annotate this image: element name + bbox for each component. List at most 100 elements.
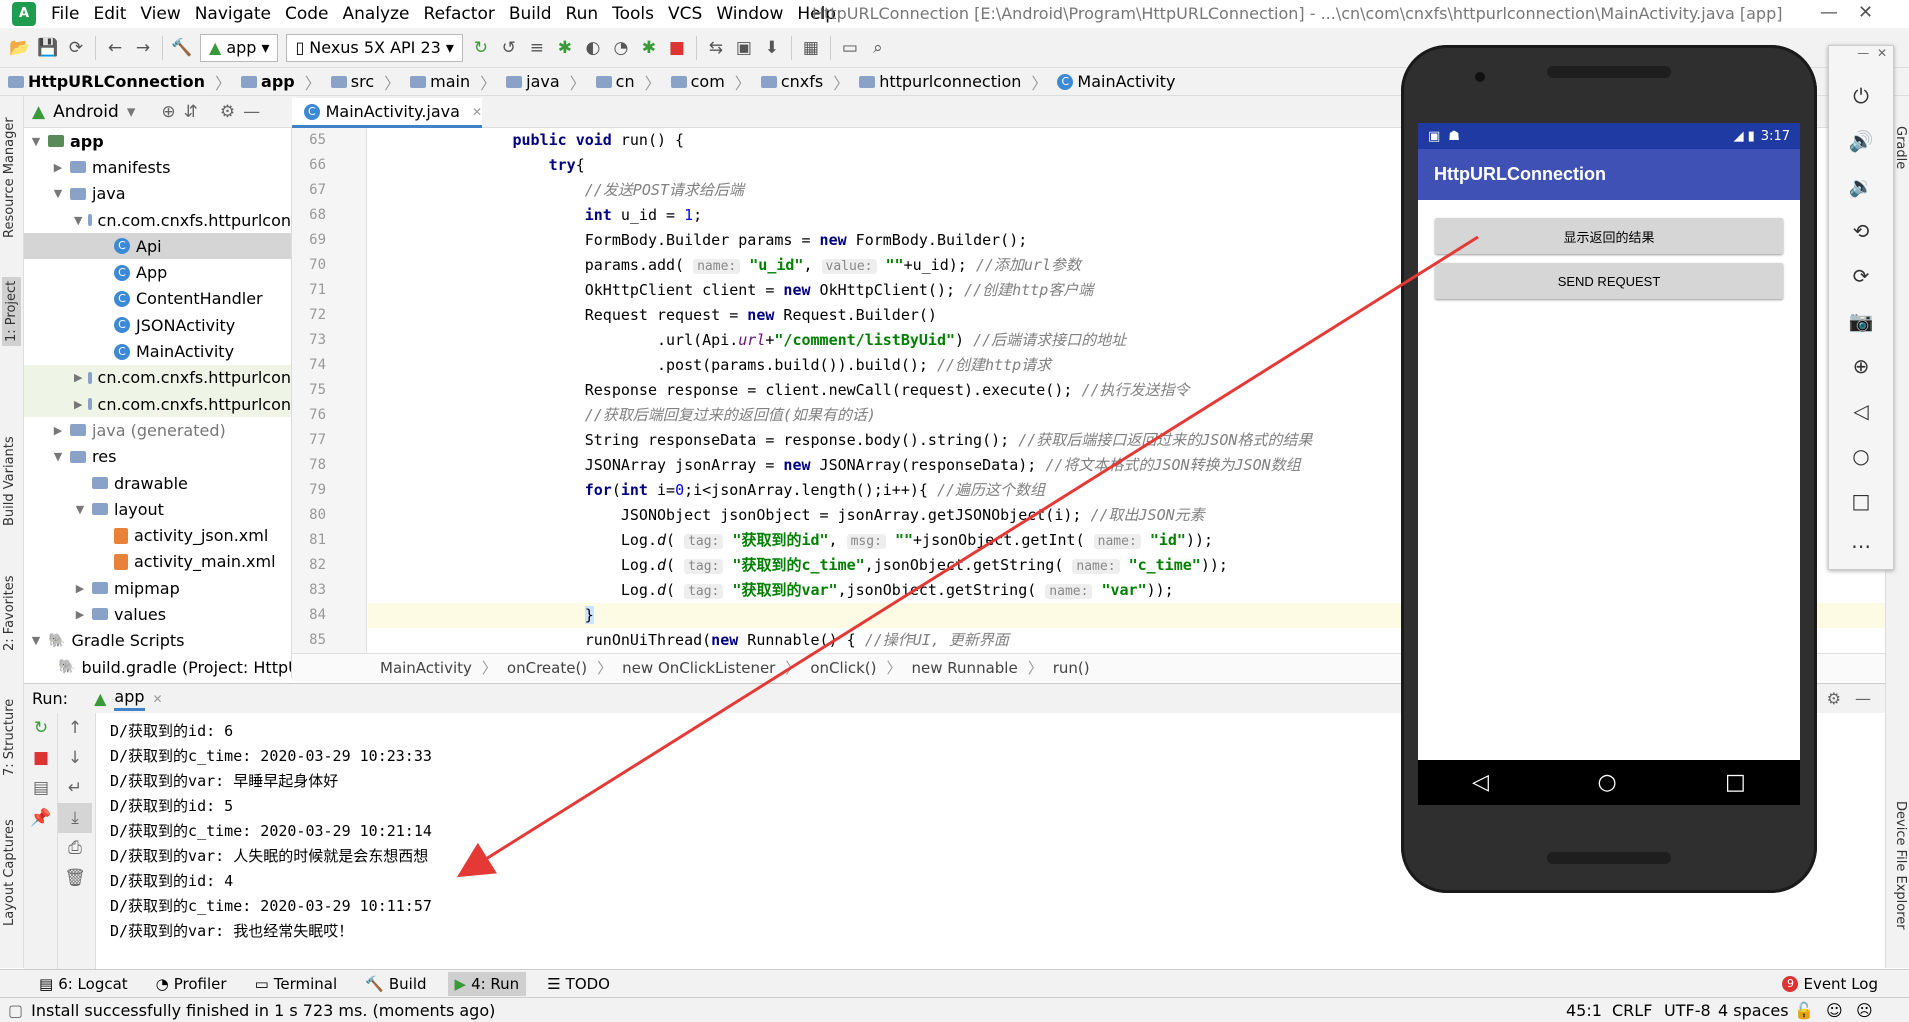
line-number[interactable]: 75 [292,378,366,403]
tab-device-file-explorer[interactable]: Device File Explorer [1893,801,1908,930]
rotate-left-icon[interactable]: ⟲ [1829,209,1893,254]
line-number[interactable]: 74 [292,353,366,378]
tree-item[interactable]: ▶ mipmap [24,575,291,601]
tree-item[interactable]: ▶ values [24,601,291,627]
menu-edit[interactable]: Edit [86,4,133,24]
home-nav-icon[interactable]: ○ [1597,770,1616,795]
line-number[interactable]: 80 [292,503,366,528]
toggle-tool-windows-icon[interactable]: ▢ [8,1001,23,1020]
tree-item[interactable]: ▼ cn.com.cnxfs.httpurlcon [24,207,291,233]
stop-icon[interactable]: ■ [663,34,691,62]
tab-mainactivity-java[interactable]: C MainActivity.java ✕ [292,98,482,128]
expand-arrow-icon[interactable]: ▼ [74,503,86,516]
line-number[interactable]: 69 [292,228,366,253]
line-number[interactable]: 81 [292,528,366,553]
overview-icon[interactable]: □ [1829,479,1893,524]
stop-icon[interactable]: ■ [24,743,58,773]
breadcrumb-app[interactable]: app 〉 [241,70,331,94]
power-icon[interactable]: ⏻ [1829,74,1893,119]
volume-up-icon[interactable]: 🔊 [1829,119,1893,164]
tree-item[interactable]: ▶ cn.com.cnxfs.httpurlcon [24,364,291,391]
tree-item[interactable]: activity_json.xml [24,522,291,548]
open-folder-icon[interactable]: 📂 [6,34,34,62]
terminal-icon[interactable]: ▭ [836,34,864,62]
breadcrumb-project[interactable]: HttpURLConnection 〉 [8,70,241,94]
more-icon[interactable]: ⋯ [1829,524,1893,569]
tree-item[interactable]: C Api [24,233,291,260]
line-number[interactable]: 66 [292,153,366,178]
rerun-icon[interactable]: ↻ [467,34,495,62]
home-icon[interactable]: ○ [1829,434,1893,479]
tab-logcat[interactable]: ▤ 6: Logcat [32,972,135,996]
tree-item[interactable]: ▼ java [24,181,291,207]
expand-arrow-icon[interactable]: ▼ [52,450,64,463]
line-number[interactable]: 79 [292,478,366,503]
file-encoding[interactable]: UTF-8 [1664,1001,1711,1020]
tree-item[interactable]: 🐘 build.gradle (Project: HttpU [24,654,291,678]
tree-item[interactable]: drawable [24,470,291,496]
structure-crumb[interactable]: onClick() [810,659,876,677]
expand-arrow-icon[interactable]: ▶ [52,424,64,437]
tree-item[interactable]: ▶ cn.com.cnxfs.httpurlcon [24,390,291,418]
avd-manager-icon[interactable]: ▣ [730,34,758,62]
line-number[interactable]: 82 [292,553,366,578]
project-view-mode[interactable]: Android [53,102,119,122]
close-tab-icon[interactable]: ✕ [153,692,163,706]
pin-icon[interactable]: 📌 [24,803,58,833]
menu-view[interactable]: View [133,4,187,24]
screenshot-icon[interactable]: 📷 [1829,299,1893,344]
back-nav-icon[interactable]: ◁ [1472,770,1489,795]
hide-panel-icon[interactable]: — [1855,689,1871,708]
chevron-down-icon[interactable]: ▾ [127,102,136,122]
line-number[interactable]: 83 [292,578,366,603]
tab-resource-manager[interactable]: Resource Manager [2,117,17,238]
expand-arrow-icon[interactable]: ▶ [74,608,86,621]
device-select[interactable]: ▯ Nexus 5X API 23 ▾ [286,33,463,62]
breadcrumb-src[interactable]: src 〉 [330,70,410,94]
show-result-button[interactable]: 显示返回的结果 [1435,218,1783,254]
close-window-icon[interactable]: ✕ [1877,46,1887,60]
send-request-button[interactable]: SEND REQUEST [1435,263,1783,299]
breadcrumb-main[interactable]: main 〉 [410,70,506,94]
gear-icon[interactable]: ⚙ [220,102,235,122]
line-number[interactable]: 70 [292,253,366,278]
tab-favorites[interactable]: 2: Favorites [2,575,17,651]
breadcrumb-mainactivity[interactable]: C MainActivity [1057,72,1185,91]
expand-arrow-icon[interactable]: ▶ [52,161,64,174]
minimize-icon[interactable]: — [1857,46,1869,60]
structure-crumb[interactable]: new OnClickListener [622,659,775,677]
menu-tools[interactable]: Tools [605,4,661,24]
tab-profiler[interactable]: ◔ Profiler [149,972,234,996]
arrow-up-icon[interactable]: ↑ [58,713,92,743]
menu-code[interactable]: Code [278,4,336,24]
structure-crumb[interactable]: onCreate() [507,659,587,677]
close-window-icon[interactable]: ✕ [1858,2,1873,23]
line-separator[interactable]: CRLF [1612,1001,1652,1020]
rotate-right-icon[interactable]: ⟳ [1829,254,1893,299]
zoom-icon[interactable]: ⊕ [1829,344,1893,389]
menu-build[interactable]: Build [502,4,559,24]
back-icon[interactable]: ◁ [1829,389,1893,434]
expand-arrow-icon[interactable]: ▼ [30,135,42,148]
line-number[interactable]: 68 [292,203,366,228]
tree-item[interactable]: ▼ res [24,444,291,470]
menu-analyze[interactable]: Analyze [336,4,417,24]
expand-arrow-icon[interactable]: ▶ [74,582,86,595]
print-icon[interactable]: ⎙ [58,833,92,863]
tab-terminal[interactable]: ▭ Terminal [248,972,345,996]
gradle-sync-icon[interactable]: ⇆ [702,34,730,62]
make-project-icon[interactable]: 🔨 [168,34,196,62]
apply-changes-icon[interactable]: ↺ [495,34,523,62]
line-number[interactable]: 72 [292,303,366,328]
line-number[interactable]: 76 [292,403,366,428]
hide-panel-icon[interactable]: — [243,102,260,122]
restore-layout-icon[interactable]: ▤ [24,773,58,803]
structure-crumb[interactable]: run() [1053,659,1090,677]
debug-icon[interactable]: ✱ [551,34,579,62]
breadcrumb-package[interactable]: httpurlconnection 〉 [859,70,1057,94]
line-number[interactable]: 77 [292,428,366,453]
attach-debugger-icon[interactable]: ◔ [607,34,635,62]
menu-window[interactable]: Window [709,4,790,24]
frown-icon[interactable]: ☹ [1856,1001,1873,1020]
indent-setting[interactable]: 4 spaces [1718,1001,1789,1020]
